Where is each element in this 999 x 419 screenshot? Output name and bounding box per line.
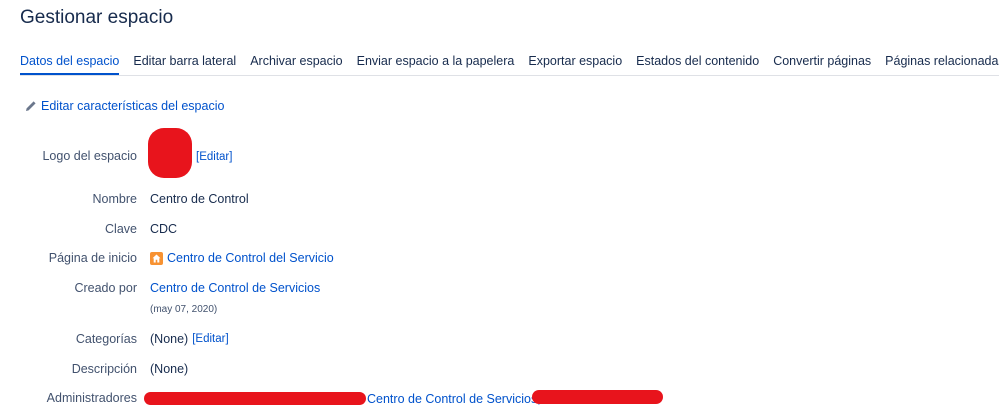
created-date: (may 07, 2020) bbox=[150, 304, 218, 315]
name-row: Nombre Centro de Control bbox=[0, 192, 999, 210]
created-by-link[interactable]: Centro de Control de Servicios bbox=[150, 281, 320, 295]
tab-archivar-espacio[interactable]: Archivar espacio bbox=[250, 54, 342, 75]
home-value: Centro de Control del Servicio bbox=[150, 251, 334, 265]
home-row: Página de inicio Centro de Control del S… bbox=[0, 251, 999, 269]
name-label: Nombre bbox=[92, 192, 137, 206]
description-row: Descripción (None) bbox=[0, 362, 999, 380]
key-label: Clave bbox=[105, 222, 137, 236]
page-title: Gestionar espacio bbox=[20, 7, 174, 28]
edit-space-properties-link[interactable]: Editar características del espacio bbox=[25, 99, 224, 113]
admin-redaction-1 bbox=[144, 392, 366, 405]
tab-convertir-paginas[interactable]: Convertir páginas bbox=[773, 54, 871, 75]
admins-label: Administradores bbox=[46, 391, 137, 405]
key-row: Clave CDC bbox=[0, 222, 999, 240]
created-row: Creado por Centro de Control de Servicio… bbox=[0, 281, 999, 299]
description-value: (None) bbox=[150, 362, 189, 376]
tab-estados-del-contenido[interactable]: Estados del contenido bbox=[636, 54, 759, 75]
tab-editar-barra-lateral[interactable]: Editar barra lateral bbox=[133, 54, 236, 75]
pencil-icon bbox=[26, 101, 36, 111]
created-label: Creado por bbox=[74, 281, 137, 295]
categories-text: (None) bbox=[150, 332, 189, 346]
key-value: CDC bbox=[150, 222, 178, 236]
admin-link[interactable]: Centro de Control de Servicios, bbox=[367, 392, 541, 406]
tab-enviar-a-papelera[interactable]: Enviar espacio a la papelera bbox=[357, 54, 515, 75]
tab-datos-del-espacio[interactable]: Datos del espacio bbox=[20, 54, 120, 75]
admin-redaction-2 bbox=[532, 390, 663, 404]
home-label: Página de inicio bbox=[48, 251, 137, 265]
space-tabs: Datos del espacio Editar barra lateral A… bbox=[20, 54, 999, 76]
logo-label: Logo del espacio bbox=[42, 149, 137, 163]
logo-redaction bbox=[148, 128, 192, 178]
categories-row: Categorías (None) [Editar] bbox=[0, 332, 999, 350]
tab-exportar-espacio[interactable]: Exportar espacio bbox=[528, 54, 622, 75]
edit-space-properties-label: Editar características del espacio bbox=[41, 99, 225, 113]
home-page-link[interactable]: Centro de Control del Servicio bbox=[167, 251, 334, 265]
categories-label: Categorías bbox=[75, 332, 137, 346]
home-icon bbox=[150, 251, 163, 265]
logo-edit-link[interactable]: [Editar] bbox=[196, 151, 232, 163]
categories-edit-link[interactable]: [Editar] bbox=[192, 333, 228, 345]
name-value: Centro de Control bbox=[150, 192, 249, 206]
description-label: Descripción bbox=[71, 362, 137, 376]
categories-value: (None) [Editar] bbox=[150, 332, 229, 346]
tab-paginas-relacionadas[interactable]: Páginas relacionadas bbox=[885, 54, 999, 75]
